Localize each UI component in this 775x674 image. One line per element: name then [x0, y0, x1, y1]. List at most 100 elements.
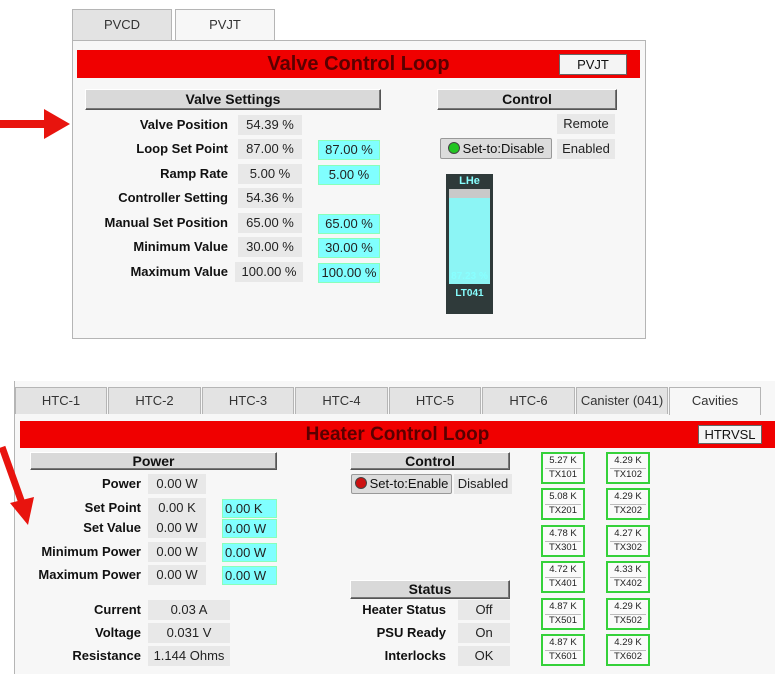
- sensor-tx402: 4.33 K TX402: [606, 561, 650, 593]
- sensor-tx102: 4.29 K TX102: [606, 452, 650, 484]
- pvjt-tag-button[interactable]: PVJT: [559, 54, 627, 75]
- sensor-value: 4.72 K: [549, 564, 577, 575]
- sensor-value: 4.29 K: [614, 491, 642, 502]
- tab-cavities[interactable]: Cavities: [669, 387, 761, 415]
- arrow-right-icon: [0, 109, 70, 139]
- sensor-name: TX301: [545, 541, 581, 554]
- valve-position-value: 54.39 %: [238, 115, 302, 135]
- sensor-tx501: 4.87 K TX501: [541, 598, 585, 630]
- heater-status-value: Off: [458, 600, 510, 620]
- maximum-power-value: 0.00 W: [148, 565, 206, 585]
- valve-settings-header: Valve Settings: [85, 89, 381, 110]
- set-value-input[interactable]: 0.00 W: [222, 519, 277, 538]
- maximum-value-label: Maximum Value: [130, 264, 228, 279]
- controller-setting-value: 54.36 %: [238, 188, 302, 208]
- current-value: 0.03 A: [148, 600, 230, 620]
- tab-pvcd[interactable]: PVCD: [72, 9, 172, 40]
- set-value-value: 0.00 W: [148, 518, 206, 538]
- heater-status-label: Heater Status: [362, 602, 446, 617]
- set-point-label: Set Point: [84, 500, 141, 515]
- tab-htc-3[interactable]: HTC-3: [202, 387, 294, 414]
- sensor-value: 4.33 K: [614, 564, 642, 575]
- tab-htc-1[interactable]: HTC-1: [15, 387, 107, 414]
- sensor-tx301: 4.78 K TX301: [541, 525, 585, 557]
- loop-set-point-input[interactable]: 87.00 %: [318, 140, 380, 160]
- sensor-value: 5.27 K: [549, 455, 577, 466]
- control-header: Control: [437, 89, 617, 110]
- tab-htc-2[interactable]: HTC-2: [108, 387, 201, 414]
- sensor-name: TX502: [610, 614, 646, 627]
- sensor-tx401: 4.72 K TX401: [541, 561, 585, 593]
- sensor-name: TX601: [545, 650, 581, 663]
- minimum-value-input[interactable]: 30.00 %: [318, 238, 380, 258]
- sensor-value: 4.29 K: [614, 601, 642, 612]
- tab-canister[interactable]: Canister (041): [576, 387, 668, 414]
- level-value: 87.23 %: [451, 271, 488, 282]
- heater-title-bar: Heater Control Loop: [20, 421, 775, 448]
- current-label: Current: [94, 602, 141, 617]
- minimum-power-value: 0.00 W: [148, 542, 206, 562]
- ramp-rate-label: Ramp Rate: [160, 166, 228, 181]
- manual-set-position-value: 65.00 %: [238, 213, 302, 233]
- set-value-label: Set Value: [83, 520, 141, 535]
- page-title: Valve Control Loop: [267, 53, 450, 75]
- enabled-status: Enabled: [557, 139, 615, 159]
- ramp-rate-value: 5.00 %: [238, 164, 302, 184]
- psu-ready-value: On: [458, 623, 510, 643]
- page-title: Heater Control Loop: [305, 424, 490, 445]
- loop-set-point-label: Loop Set Point: [136, 141, 228, 156]
- sensor-name: TX402: [610, 577, 646, 590]
- maximum-power-input[interactable]: 0.00 W: [222, 566, 277, 585]
- sensor-tx202: 4.29 K TX202: [606, 488, 650, 520]
- maximum-power-label: Maximum Power: [38, 567, 141, 582]
- sensor-tx601: 4.87 K TX601: [541, 634, 585, 666]
- sensor-name: TX202: [610, 504, 646, 517]
- valve-position-label: Valve Position: [139, 117, 228, 132]
- arrow-down-right-icon: [0, 445, 34, 525]
- set-point-input[interactable]: 0.00 K: [222, 499, 277, 518]
- mode-status: Remote: [557, 114, 615, 134]
- heater-control-header: Control: [350, 452, 510, 470]
- set-to-disable-button[interactable]: Set-to:Disable: [440, 138, 552, 159]
- sensor-value: 4.87 K: [549, 601, 577, 612]
- interlocks-label: Interlocks: [384, 648, 446, 663]
- minimum-power-input[interactable]: 0.00 W: [222, 543, 277, 562]
- red-led-icon: [354, 477, 367, 489]
- sensor-name: TX102: [610, 468, 646, 481]
- voltage-value: 0.031 V: [148, 623, 230, 643]
- green-led-icon: [447, 142, 460, 154]
- resistance-label: Resistance: [72, 648, 141, 663]
- sensor-value: 4.78 K: [549, 528, 577, 539]
- set-to-enable-button[interactable]: Set-to:Enable: [351, 474, 452, 494]
- ramp-rate-input[interactable]: 5.00 %: [318, 165, 380, 185]
- tab-htc-4[interactable]: HTC-4: [295, 387, 388, 414]
- maximum-value-value: 100.00 %: [235, 262, 303, 282]
- tab-pvjt[interactable]: PVJT: [175, 9, 275, 41]
- sensor-tx602: 4.29 K TX602: [606, 634, 650, 666]
- sensor-name: TX201: [545, 504, 581, 517]
- resistance-value: 1.144 Ohms: [148, 646, 230, 666]
- voltage-label: Voltage: [95, 625, 141, 640]
- maximum-value-input[interactable]: 100.00 %: [318, 263, 380, 283]
- sensor-value: 4.27 K: [614, 528, 642, 539]
- level-tag: LT041: [455, 288, 484, 299]
- disabled-status: Disabled: [454, 474, 512, 494]
- loop-set-point-value: 87.00 %: [238, 139, 302, 159]
- tab-htc-5[interactable]: HTC-5: [389, 387, 481, 414]
- valve-title-bar: Valve Control Loop: [77, 50, 640, 78]
- tab-htc-6[interactable]: HTC-6: [482, 387, 575, 414]
- set-point-value: 0.00 K: [148, 498, 206, 518]
- lhe-label: LHe: [459, 175, 480, 187]
- minimum-value-label: Minimum Value: [133, 239, 228, 254]
- sensor-name: TX401: [545, 577, 581, 590]
- sensor-value: 4.87 K: [549, 637, 577, 648]
- sensor-tx201: 5.08 K TX201: [541, 488, 585, 520]
- minimum-value-value: 30.00 %: [238, 237, 302, 257]
- htrvsl-tag-button[interactable]: HTRVSL: [698, 425, 762, 444]
- power-label: Power: [101, 476, 141, 491]
- sensor-name: TX501: [545, 614, 581, 627]
- sensor-name: TX602: [610, 650, 646, 663]
- sensor-value: 4.29 K: [614, 637, 642, 648]
- manual-set-position-input[interactable]: 65.00 %: [318, 214, 380, 234]
- interlocks-value: OK: [458, 646, 510, 666]
